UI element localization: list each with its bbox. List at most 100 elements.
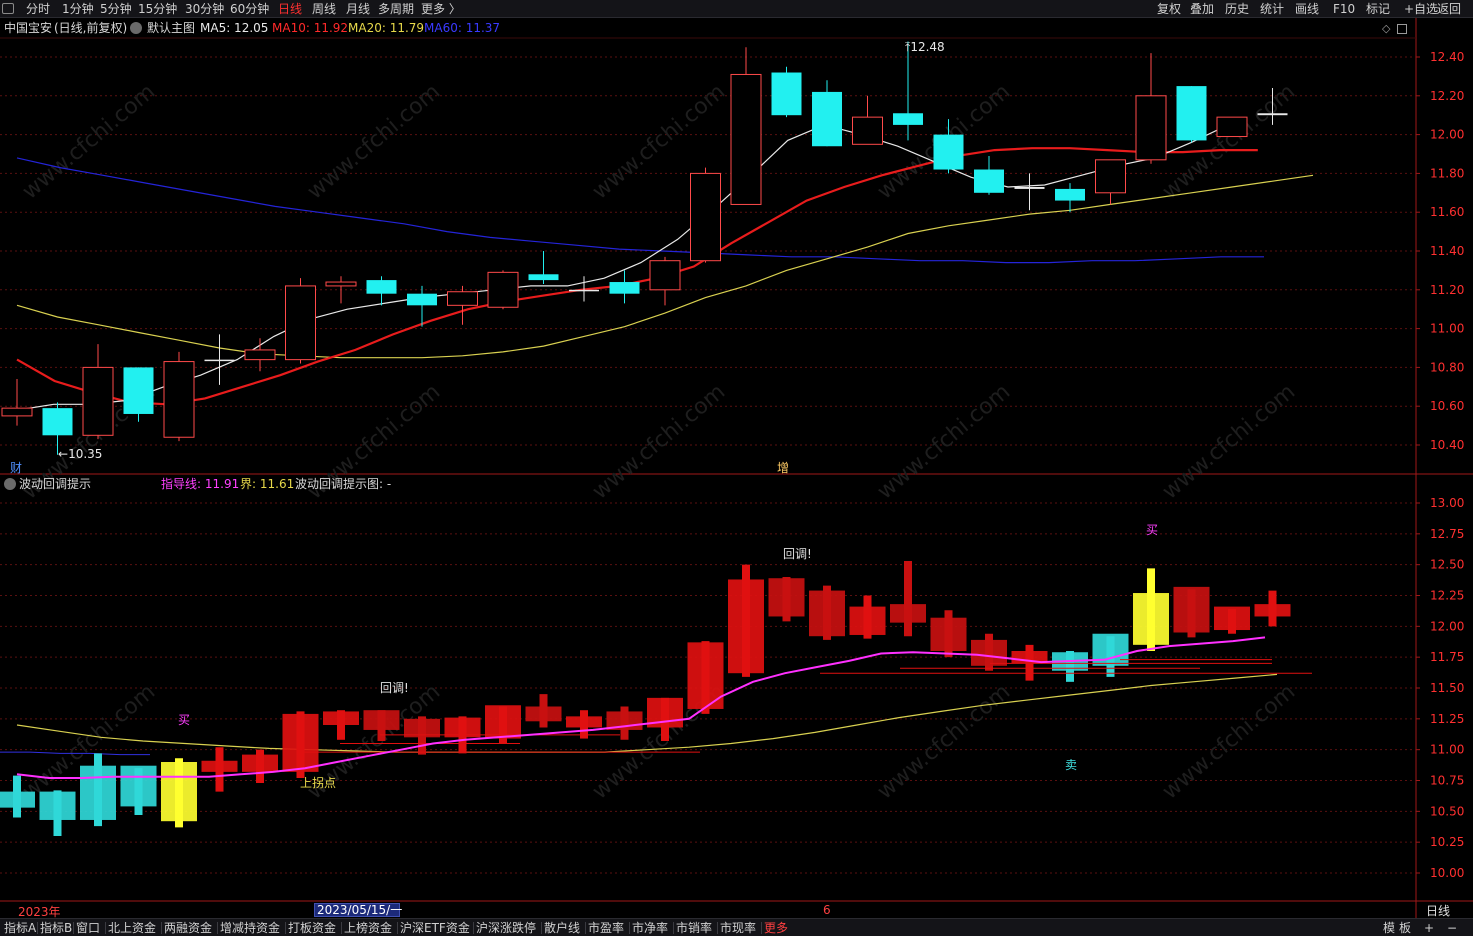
- tab-divider: [341, 922, 342, 934]
- bottom-tab-13[interactable]: 市销率: [676, 920, 712, 936]
- candle-body: [82, 366, 114, 436]
- chart-area[interactable]: 12.40 12.20 12.00 11.80 11.60 11.40 11.20 11.00…: [0, 0, 1473, 918]
- tab-divider: [37, 922, 38, 934]
- indicator-bar: [1214, 606, 1250, 631]
- tab-divider: [397, 922, 398, 934]
- candle-body: [285, 285, 316, 361]
- indicator-bar: [1254, 604, 1291, 617]
- candle-body: [1257, 113, 1288, 116]
- bottom-tab-6[interactable]: 打板资金: [288, 920, 336, 936]
- bottom-tab-bar: 指标A 指标B 窗口 北上资金 两融资金 增减持资金 打板资金 上榜资金 沪深ETF资金 沪深涨跌…: [0, 918, 1473, 936]
- indicator-bar: [890, 604, 926, 623]
- candle-body: [1216, 116, 1248, 138]
- indicator-y-tick-label: 10.00: [1430, 866, 1464, 880]
- candle-body: [204, 359, 235, 362]
- candle-body: [609, 282, 640, 294]
- bottom-tab-4[interactable]: 两融资金: [164, 920, 212, 936]
- tab-divider: [585, 922, 586, 934]
- candle-body: [1014, 186, 1045, 189]
- indicator-y-tick-label: 11.00: [1430, 743, 1464, 757]
- indicator-bar: [768, 578, 805, 617]
- watermark-text: www.cfchi.com: [873, 379, 1015, 504]
- chevron-down-icon[interactable]: [4, 478, 16, 490]
- bottom-tab-9[interactable]: 沪深涨跌停: [476, 920, 536, 936]
- tab-divider: [473, 922, 474, 934]
- tab-divider: [161, 922, 162, 934]
- candle-body: [447, 291, 478, 306]
- watermark-text: www.cfchi.com: [1158, 679, 1300, 804]
- candle-body: [812, 91, 842, 147]
- turn-point-label: 上拐点: [300, 776, 337, 790]
- indicator-bar: [566, 716, 602, 728]
- bottom-tab-3[interactable]: 北上资金: [108, 920, 156, 936]
- diamond-icon[interactable]: ◇: [1382, 22, 1390, 35]
- ma20-label: MA20: 11.79: [348, 21, 425, 35]
- bottom-tab-2[interactable]: 窗口: [76, 920, 100, 936]
- bottom-tab-15[interactable]: 更多: [764, 920, 788, 936]
- indicator-y-tick-label: 12.25: [1430, 589, 1464, 603]
- indicator-bar: [809, 590, 845, 637]
- low-price-label: ←10.35: [58, 447, 103, 461]
- main-y-tick-label: 12.40: [1430, 50, 1464, 64]
- indicator-y-tick-label: 10.25: [1430, 835, 1464, 849]
- bottom-control-2[interactable]: +: [1424, 920, 1434, 936]
- bound-line-label: 界: 11.61: [240, 477, 295, 491]
- indicator-bar: [728, 579, 764, 674]
- main-y-tick-label: 11.00: [1430, 322, 1464, 336]
- tab-divider: [629, 922, 630, 934]
- indicator-bar: [242, 754, 278, 772]
- candle-body: [244, 349, 276, 361]
- candle-body: [366, 280, 397, 294]
- candle-body: [163, 361, 195, 438]
- watermark-text: www.cfchi.com: [1158, 379, 1300, 504]
- x-axis: 2023年 6: [0, 902, 1416, 919]
- indicator-bar: [0, 791, 35, 808]
- candle-body: [690, 172, 721, 262]
- square-icon[interactable]: [1397, 24, 1407, 34]
- ma10-line: [16, 147, 1258, 406]
- watermark-text: www.cfchi.com: [873, 679, 1015, 804]
- indicator-bar: [120, 765, 157, 807]
- bottom-tab-1[interactable]: 指标B: [40, 920, 72, 936]
- candle-body: [1, 407, 33, 417]
- month-label: 6: [823, 903, 831, 917]
- marker-zeng[interactable]: 增: [777, 459, 789, 476]
- ma60-label: MA60: 11.37: [424, 21, 501, 35]
- watermark-text: www.cfchi.com: [303, 79, 445, 204]
- indicator-y-tick-label: 12.50: [1430, 558, 1464, 572]
- bottom-control-1[interactable]: 板: [1399, 920, 1411, 936]
- indicator-bar: [39, 791, 76, 820]
- candle-body: [325, 281, 357, 287]
- bottom-control-3[interactable]: −: [1447, 920, 1457, 936]
- candle-body: [1176, 86, 1207, 141]
- indicator-name: 波动回调提示: [19, 477, 92, 491]
- indicator-y-tick-label: 11.50: [1430, 681, 1464, 695]
- bottom-tab-14[interactable]: 市现率: [720, 920, 756, 936]
- high-price-value: 12.48: [910, 40, 945, 54]
- chevron-down-icon[interactable]: [130, 22, 142, 34]
- stock-name: 中国宝安: [4, 21, 53, 35]
- buy-label-1: 买: [178, 713, 191, 727]
- bottom-tab-10[interactable]: 散户线: [544, 920, 580, 936]
- low-price-value: 10.35: [68, 447, 103, 461]
- bottom-tab-5[interactable]: 增减持资金: [220, 920, 280, 936]
- indicator-bar: [971, 639, 1007, 666]
- indicator-y-tick-label: 13.00: [1430, 496, 1464, 510]
- adjust-mode[interactable]: (日线,前复权): [54, 20, 127, 36]
- bottom-tab-0[interactable]: 指标A: [4, 920, 36, 936]
- bottom-tab-7[interactable]: 上榜资金: [344, 920, 392, 936]
- bottom-tab-8[interactable]: 沪深ETF资金: [400, 920, 470, 936]
- bottom-tab-12[interactable]: 市净率: [632, 920, 668, 936]
- indicator-bar: [80, 765, 116, 820]
- bottom-tab-11[interactable]: 市盈率: [588, 920, 624, 936]
- bottom-control-0[interactable]: 模: [1383, 920, 1395, 936]
- main-y-tick-label: 11.20: [1430, 283, 1464, 297]
- indicator-y-tick-label: 12.00: [1430, 619, 1464, 633]
- marker-cai[interactable]: 财: [10, 459, 22, 476]
- date-cursor-label[interactable]: 2023/05/15/一: [314, 903, 402, 917]
- template-name[interactable]: 默认主图: [147, 20, 195, 36]
- main-y-tick-label: 11.40: [1430, 244, 1464, 258]
- indicator-bar: [930, 617, 967, 651]
- main-y-tick-label: 11.60: [1430, 205, 1464, 219]
- tab-divider: [217, 922, 218, 934]
